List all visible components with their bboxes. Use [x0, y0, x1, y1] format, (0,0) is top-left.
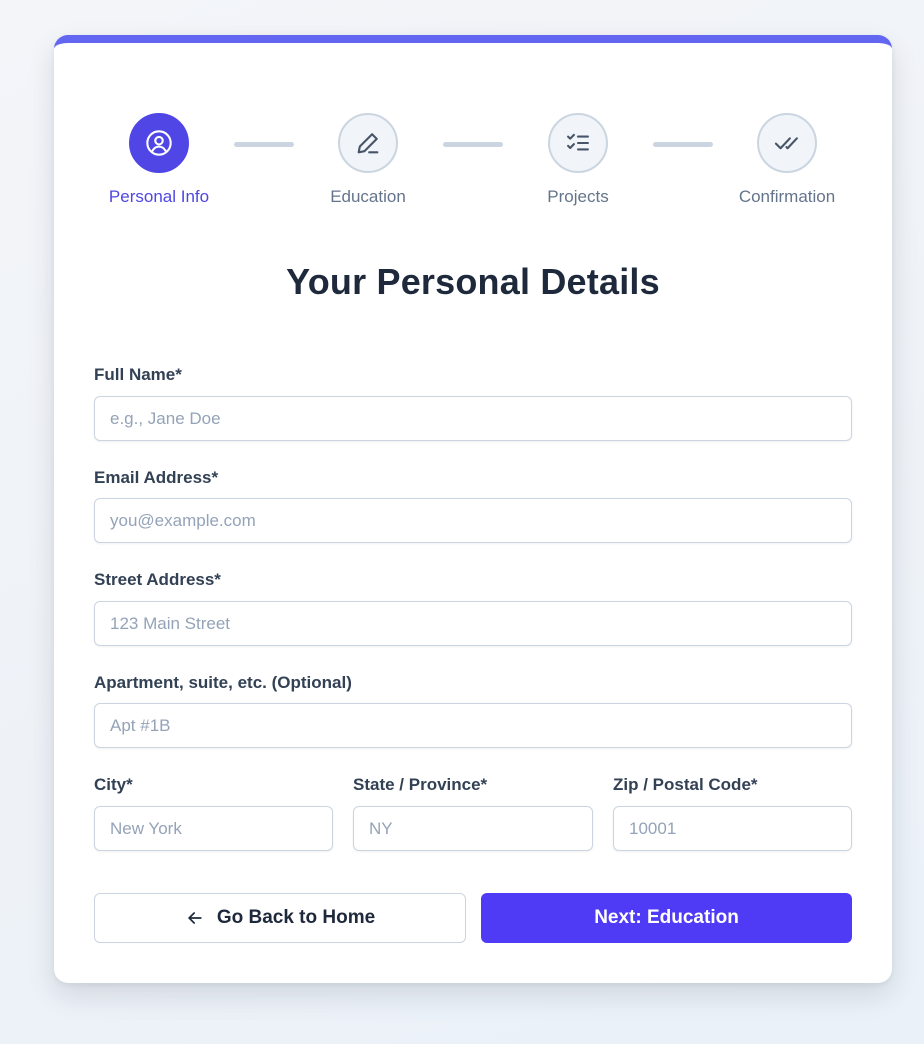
- pencil-icon: [357, 133, 379, 154]
- city-input[interactable]: [94, 806, 333, 851]
- step-connector-2: [443, 142, 503, 147]
- step-confirmation[interactable]: Confirmation: [707, 113, 867, 207]
- city-label: City*: [94, 775, 133, 794]
- full-name-input[interactable]: [94, 396, 852, 441]
- next-education-button[interactable]: Next: Education: [481, 893, 852, 943]
- arrow-left-icon: [188, 912, 202, 924]
- step-education[interactable]: Education: [288, 113, 448, 207]
- double-check-icon: [774, 137, 798, 150]
- street-address-label: Street Address*: [94, 570, 221, 589]
- step-circle-personal-info: [129, 113, 189, 173]
- apartment-input[interactable]: [94, 703, 852, 748]
- street-address-input[interactable]: [94, 601, 852, 646]
- apartment-label: Apartment, suite, etc. (Optional): [94, 673, 352, 692]
- step-label-confirmation: Confirmation: [738, 187, 836, 206]
- step-connector-1: [234, 142, 294, 147]
- step-personal-info[interactable]: Personal Info: [79, 113, 239, 207]
- progress-stepper: Personal Info Education Projects Confirm…: [54, 113, 892, 223]
- email-label: Email Address*: [94, 468, 219, 487]
- zip-label: Zip / Postal Code*: [613, 775, 758, 794]
- state-label: State / Province*: [353, 775, 488, 794]
- step-circle-education: [338, 113, 398, 173]
- page-title: Your Personal Details: [286, 261, 660, 302]
- next-education-label: Next: Education: [594, 907, 739, 928]
- go-back-home-button[interactable]: Go Back to Home: [94, 893, 466, 943]
- step-circle-confirmation: [757, 113, 817, 173]
- email-input[interactable]: [94, 498, 852, 543]
- full-name-label: Full Name*: [94, 365, 182, 384]
- step-label-personal-info: Personal Info: [108, 187, 210, 206]
- step-circle-projects: [548, 113, 608, 173]
- checklist-icon: [567, 133, 589, 151]
- step-label-education: Education: [330, 187, 406, 206]
- state-input[interactable]: [353, 806, 593, 851]
- form-card: Personal Info Education Projects Confirm…: [54, 35, 892, 983]
- zip-input[interactable]: [613, 806, 852, 851]
- go-back-home-label: Go Back to Home: [216, 907, 376, 928]
- user-circle-icon: [146, 130, 172, 156]
- step-label-projects: Projects: [547, 187, 609, 206]
- step-connector-3: [653, 142, 713, 147]
- step-projects[interactable]: Projects: [498, 113, 658, 207]
